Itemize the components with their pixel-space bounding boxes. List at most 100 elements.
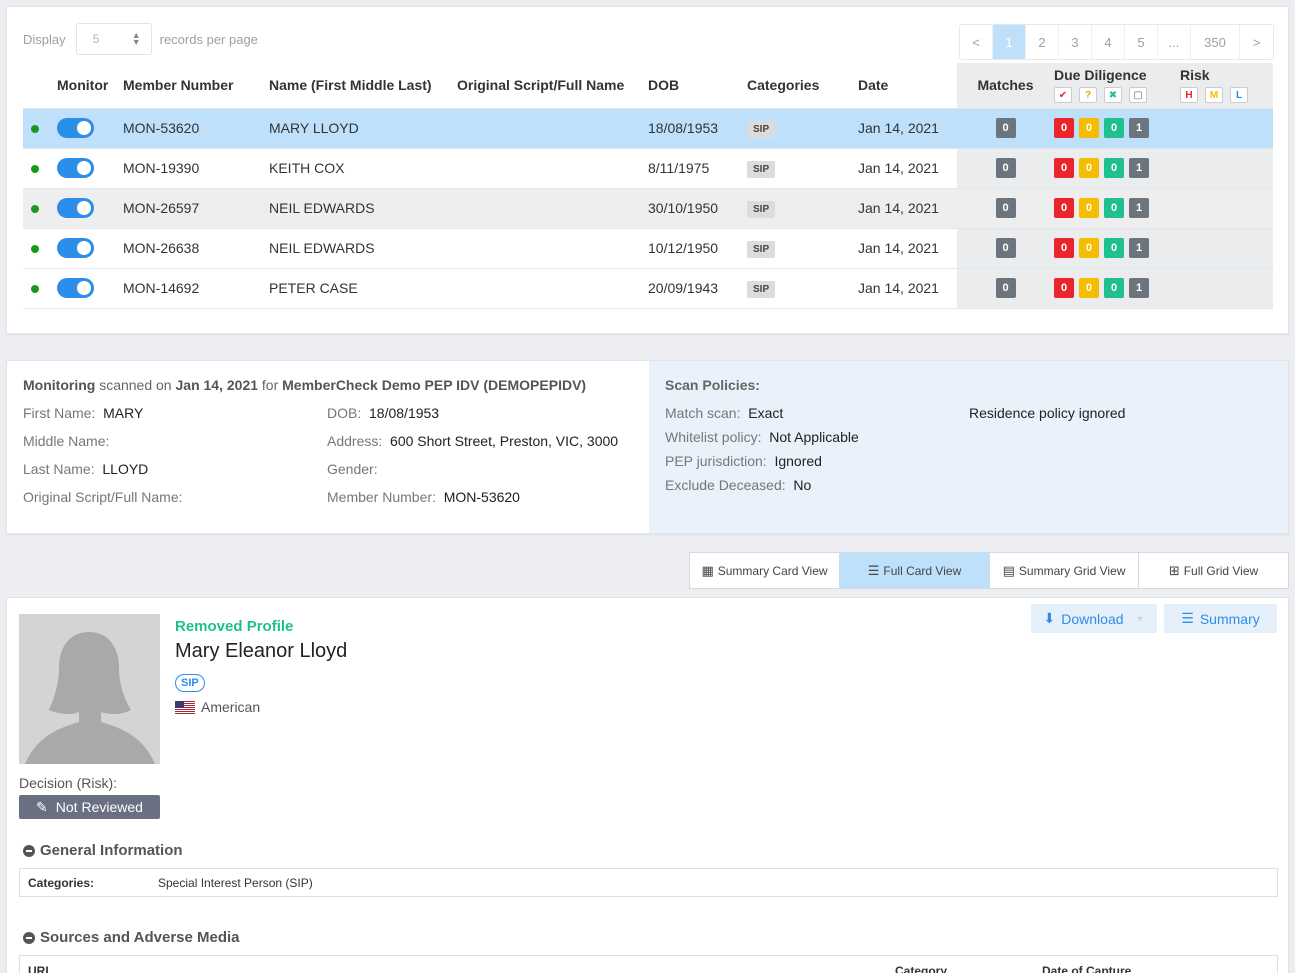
page-prev-button[interactable]: < [960,25,993,59]
header-url[interactable]: URL [28,964,53,973]
dd-count-red[interactable]: 0 [1054,238,1074,258]
sources-adverse-media-toggle[interactable]: Sources and Adverse Media [23,929,240,946]
risk-medium-filter[interactable]: M [1205,87,1223,104]
name-cell: KEITH COX [269,148,457,189]
dd-count-dark[interactable]: 1 [1129,198,1149,218]
dob-cell: 8/11/1975 [648,148,747,189]
dd-count-yellow[interactable]: 0 [1079,118,1099,138]
matches-count[interactable]: 0 [995,198,1016,218]
page-1-button[interactable]: 1 [993,25,1026,59]
monitor-toggle[interactable] [57,198,94,218]
dd-count-yellow[interactable]: 0 [1079,238,1099,258]
due-diligence-label: Due Diligence [1054,67,1147,84]
summary-card-view-button[interactable]: ▦ Summary Card View [690,553,840,588]
page-5-button[interactable]: 5 [1125,25,1158,59]
monitor-toggle[interactable] [57,118,94,138]
page-next-button[interactable]: > [1240,25,1273,59]
page-350-button[interactable]: 350 [1191,25,1240,59]
page-4-button[interactable]: 4 [1092,25,1125,59]
monitor-toggle[interactable] [57,278,94,298]
header-categories[interactable]: Categories [747,63,858,109]
header-dob[interactable]: DOB [648,63,747,109]
dd-count-yellow[interactable]: 0 [1079,158,1099,178]
dd-count-yellow[interactable]: 0 [1079,278,1099,298]
for-label: for [261,377,279,393]
active-status-dot [31,165,39,173]
header-matches[interactable]: Matches [957,63,1054,109]
dd-count-red[interactable]: 0 [1054,158,1074,178]
table-row[interactable]: MON-19390 KEITH COX 8/11/1975 SIP Jan 14… [23,148,1273,189]
download-button[interactable]: ⬇ Download ▼ [1031,604,1157,633]
table-grid-icon: ⊞ [1168,562,1180,578]
monitor-toggle[interactable] [57,158,94,178]
exclude-deceased-field: Exclude Deceased: No [665,477,812,493]
matches-count[interactable]: 0 [995,238,1016,258]
table-icon: ▤ [1002,562,1015,578]
general-information-toggle[interactable]: General Information [23,842,183,859]
full-grid-view-button[interactable]: ⊞ Full Grid View [1139,553,1288,588]
table-row[interactable]: MON-26638 NEIL EDWARDS 10/12/1950 SIP Ja… [23,228,1273,269]
member-details-panel: Monitoring scanned on Jan 14, 2021 for M… [6,360,1289,534]
scan-policies-title: Scan Policies: [665,377,760,393]
header-original-script[interactable]: Original Script/Full Name [457,63,648,109]
original-cell [457,228,648,269]
sources-table: URL Category Date of Capture [19,955,1278,973]
dd-count-teal[interactable]: 0 [1104,238,1124,258]
dd-count-teal[interactable]: 0 [1104,158,1124,178]
risk-low-filter[interactable]: L [1230,87,1248,104]
monitor-toggle[interactable] [57,238,94,258]
collapse-icon [23,844,35,857]
collapse-icon [23,931,35,944]
dd-count-dark[interactable]: 1 [1129,238,1149,258]
middle-name-field: Middle Name: [23,433,110,449]
check-icon[interactable]: ✔ [1054,87,1072,104]
female-silhouette-icon [19,614,160,764]
header-date-of-capture[interactable]: Date of Capture [1042,964,1131,973]
matches-count[interactable]: 0 [995,118,1016,138]
category-tag: SIP [747,120,776,138]
dd-count-teal[interactable]: 0 [1104,118,1124,138]
matches-count[interactable]: 0 [995,278,1016,298]
table-row[interactable]: MON-26597 NEIL EDWARDS 30/10/1950 SIP Ja… [23,188,1273,229]
page-3-button[interactable]: 3 [1059,25,1092,59]
per-page-select[interactable]: 5 ▲ ▼ [75,23,152,55]
dd-count-yellow[interactable]: 0 [1079,198,1099,218]
header-name[interactable]: Name (First Middle Last) [269,63,457,109]
dd-count-dark[interactable]: 1 [1129,278,1149,298]
dd-count-teal[interactable]: 0 [1104,198,1124,218]
name-cell: PETER CASE [269,268,457,309]
square-icon[interactable]: ▢ [1129,87,1147,104]
header-risk: Risk H M L [1180,63,1273,109]
header-monitor[interactable]: Monitor [57,63,123,109]
header-member-number[interactable]: Member Number [123,63,269,109]
date-cell: Jan 14, 2021 [858,148,957,189]
decision-button[interactable]: ✎ Not Reviewed [19,795,160,819]
question-icon[interactable]: ? [1079,87,1097,104]
whitelist-policy-field: Whitelist policy: Not Applicable [665,429,859,445]
risk-cell [1180,228,1273,269]
dd-count-red[interactable]: 0 [1054,118,1074,138]
table-row[interactable]: MON-53620 MARY LLOYD 18/08/1953 SIP Jan … [23,108,1273,149]
dd-count-dark[interactable]: 1 [1129,118,1149,138]
dd-count-dark[interactable]: 1 [1129,158,1149,178]
matches-count[interactable]: 0 [995,158,1016,178]
dd-count-teal[interactable]: 0 [1104,278,1124,298]
full-card-view-button[interactable]: ☰ Full Card View [840,553,990,588]
nationality: American [175,699,260,715]
dob-cell: 20/09/1943 [648,268,747,309]
risk-high-filter[interactable]: H [1180,87,1198,104]
match-scan-field: Match scan: Exact [665,405,784,421]
original-script-field: Original Script/Full Name: [23,489,183,505]
categories-label: Categories: [28,875,95,890]
summary-grid-view-button[interactable]: ▤ Summary Grid View [990,553,1139,588]
cross-icon[interactable]: ✖ [1104,87,1122,104]
summary-button[interactable]: ☰ Summary [1164,604,1277,633]
table-row[interactable]: MON-14692 PETER CASE 20/09/1943 SIP Jan … [23,268,1273,309]
caret-down-icon: ▼ [1135,613,1145,624]
page-2-button[interactable]: 2 [1026,25,1059,59]
dd-count-red[interactable]: 0 [1054,198,1074,218]
header-date[interactable]: Date [858,63,957,109]
dd-count-red[interactable]: 0 [1054,278,1074,298]
header-category[interactable]: Category [895,964,947,973]
category-tag: SIP [747,240,776,258]
